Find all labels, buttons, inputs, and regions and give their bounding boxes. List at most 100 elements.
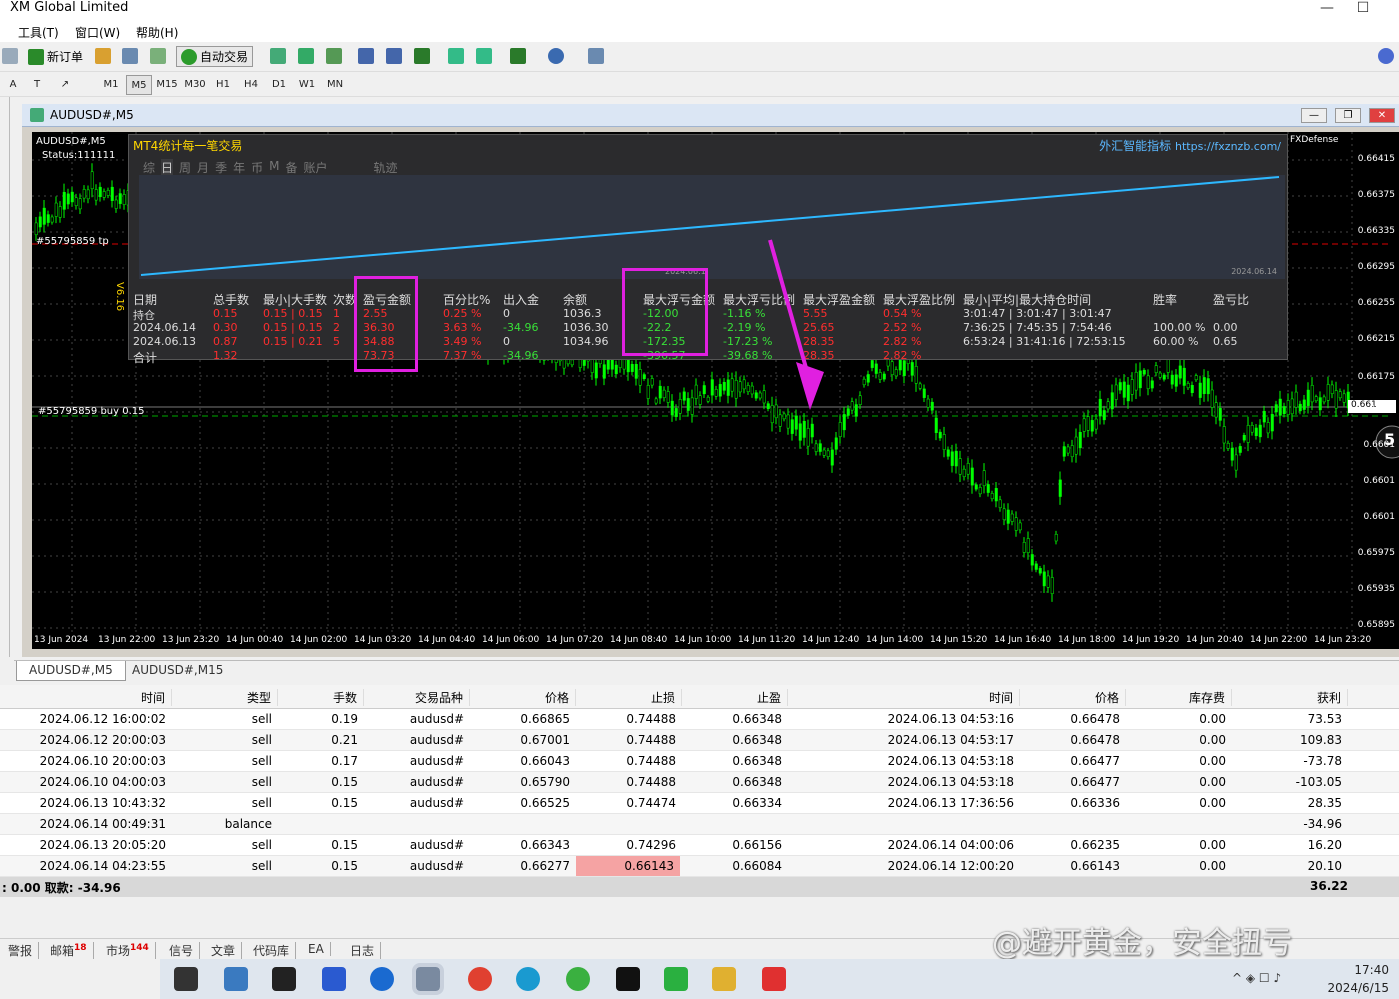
menu-window[interactable]: 窗口(W) bbox=[75, 24, 120, 41]
chart-shift-icon[interactable] bbox=[476, 48, 492, 64]
strategy-tester-icon[interactable] bbox=[150, 48, 166, 64]
otab-0[interactable]: 综 bbox=[143, 159, 155, 176]
tf-h4[interactable]: H4 bbox=[238, 75, 264, 95]
navigator-icon[interactable] bbox=[95, 48, 111, 64]
navigator-panel-edge[interactable] bbox=[0, 97, 10, 657]
line-chart-icon[interactable] bbox=[326, 48, 342, 64]
tf-h1[interactable]: H1 bbox=[210, 75, 236, 95]
mt4-app-icon[interactable] bbox=[412, 963, 444, 995]
col-price[interactable]: 价格 bbox=[470, 689, 576, 706]
otab-10[interactable]: 轨迹 bbox=[374, 159, 398, 176]
tf-m30[interactable]: M30 bbox=[182, 75, 208, 95]
text-tool-icon[interactable]: A bbox=[0, 75, 26, 95]
stats-overlay[interactable]: MT4统计每一笔交易 外汇智能指标 https://fxznzb.com/ 综 … bbox=[128, 134, 1288, 365]
tile-windows-icon[interactable] bbox=[414, 48, 430, 64]
bar-chart-icon[interactable] bbox=[270, 48, 286, 64]
new-order-button[interactable]: 新订单 bbox=[28, 48, 83, 65]
terminal-tab[interactable]: 日志 bbox=[350, 942, 382, 959]
menu-tools[interactable]: 工具(T) bbox=[18, 24, 59, 41]
stats-header: 余额 bbox=[563, 293, 588, 307]
auto-trade-button[interactable]: 自动交易 bbox=[176, 46, 254, 67]
folder-icon[interactable] bbox=[712, 967, 736, 991]
tf-m5[interactable]: M5 bbox=[126, 75, 152, 95]
terminal-icon[interactable] bbox=[122, 48, 138, 64]
indicators-icon[interactable] bbox=[510, 48, 526, 64]
terminal-tab[interactable]: 邮箱18 bbox=[50, 942, 94, 959]
zoom-in-icon[interactable] bbox=[358, 48, 374, 64]
terminal-tab[interactable]: EA bbox=[308, 942, 331, 956]
templates-icon[interactable] bbox=[588, 48, 604, 64]
terminal-tab[interactable]: 警报 bbox=[8, 942, 40, 959]
tf-w1[interactable]: W1 bbox=[294, 75, 320, 95]
col-sl[interactable]: 止损 bbox=[576, 689, 682, 706]
otab-7[interactable]: M bbox=[269, 159, 279, 176]
otab-2[interactable]: 周 bbox=[179, 159, 191, 176]
shield-app-icon[interactable] bbox=[322, 967, 346, 991]
tray-icons[interactable]: ^ ◈ ☐ ♪ bbox=[1232, 971, 1281, 985]
browser-icon[interactable] bbox=[566, 967, 590, 991]
terminal-tab[interactable]: 信号 bbox=[169, 942, 201, 959]
table-row[interactable]: 2024.06.10 04:00:03 sell 0.15 audusd# 0.6579… bbox=[0, 772, 1399, 793]
table-row[interactable]: 2024.06.10 20:00:03 sell 0.17 audusd# 0.6604… bbox=[0, 751, 1399, 772]
label-tool-icon[interactable]: T bbox=[24, 75, 50, 95]
col-close-price[interactable]: 价格 bbox=[1020, 689, 1126, 706]
col-type[interactable]: 类型 bbox=[172, 689, 278, 706]
candle-body bbox=[710, 379, 714, 396]
col-lots[interactable]: 手数 bbox=[278, 689, 364, 706]
chart-tab-m5[interactable]: AUDUSD#,M5 bbox=[16, 661, 126, 681]
col-profit[interactable]: 获利 bbox=[1232, 689, 1348, 706]
table-row[interactable]: 2024.06.13 10:43:32 sell 0.15 audusd# 0.6652… bbox=[0, 793, 1399, 814]
table-row[interactable]: 2024.06.12 20:00:03 sell 0.21 audusd# 0.6700… bbox=[0, 730, 1399, 751]
col-close-time[interactable]: 时间 bbox=[788, 689, 1020, 706]
otab-9[interactable]: 账户 bbox=[303, 159, 327, 176]
task-view-icon[interactable] bbox=[174, 967, 198, 991]
minimize-icon[interactable]: — bbox=[1312, 0, 1342, 16]
arrow-tool-icon[interactable]: ↗ bbox=[52, 75, 78, 95]
overlay-url[interactable]: https://fxznzb.com/ bbox=[1175, 140, 1281, 153]
tf-d1[interactable]: D1 bbox=[266, 75, 292, 95]
search-icon[interactable] bbox=[1378, 48, 1394, 64]
qq-icon[interactable] bbox=[616, 967, 640, 991]
wps-icon[interactable] bbox=[762, 967, 786, 991]
table-row[interactable]: 2024.06.13 20:05:20 sell 0.15 audusd# 0.6634… bbox=[0, 835, 1399, 856]
zoom-icon[interactable] bbox=[2, 48, 18, 64]
chrome-icon[interactable] bbox=[468, 967, 492, 991]
col-time[interactable]: 时间 bbox=[0, 689, 172, 706]
tf-mn[interactable]: MN bbox=[322, 75, 348, 95]
menu-help[interactable]: 帮助(H) bbox=[136, 24, 178, 41]
otab-1[interactable]: 日 bbox=[161, 159, 174, 176]
candle-body bbox=[738, 381, 742, 393]
chart-close-button[interactable]: ✕ bbox=[1369, 108, 1395, 123]
terminal-tab[interactable]: 市场144 bbox=[106, 942, 156, 959]
otab-8[interactable]: 备 bbox=[285, 159, 297, 176]
otab-4[interactable]: 季 bbox=[215, 159, 227, 176]
search-app-icon[interactable] bbox=[370, 967, 394, 991]
edge-icon[interactable] bbox=[516, 967, 540, 991]
autoscroll-icon[interactable] bbox=[448, 48, 464, 64]
terminal-tab[interactable]: 文章 bbox=[211, 942, 243, 959]
tf-m1[interactable]: M1 bbox=[98, 75, 124, 95]
col-symbol[interactable]: 交易品种 bbox=[364, 689, 470, 706]
wechat-icon[interactable] bbox=[664, 967, 688, 991]
table-row[interactable]: 2024.06.14 00:49:31 balance -34.96 bbox=[0, 814, 1399, 835]
otab-6[interactable]: 币 bbox=[251, 159, 263, 176]
col-tp[interactable]: 止盈 bbox=[682, 689, 788, 706]
table-row[interactable]: 2024.06.12 16:00:02 sell 0.19 audusd# 0.6686… bbox=[0, 709, 1399, 730]
zoom-out-icon[interactable] bbox=[386, 48, 402, 64]
periods-icon[interactable] bbox=[548, 48, 564, 64]
chart-tab-m15[interactable]: AUDUSD#,M15 bbox=[120, 661, 235, 681]
maximize-icon[interactable]: ☐ bbox=[1348, 0, 1378, 16]
otab-5[interactable]: 年 bbox=[233, 159, 245, 176]
otab-3[interactable]: 月 bbox=[197, 159, 209, 176]
terminal-app-icon[interactable] bbox=[272, 967, 296, 991]
table-row[interactable]: 2024.06.14 04:23:55 sell 0.15 audusd# 0.6627… bbox=[0, 856, 1399, 877]
chart-restore-button[interactable]: ❐ bbox=[1335, 108, 1361, 123]
chart-minimize-button[interactable]: — bbox=[1301, 108, 1327, 123]
app-icon-1[interactable] bbox=[224, 967, 248, 991]
col-swap[interactable]: 库存费 bbox=[1126, 689, 1232, 706]
candle-chart-icon[interactable] bbox=[298, 48, 314, 64]
price-chart[interactable]: AUDUSD#,M5 Status:111111 #55795859 tp #5… bbox=[32, 132, 1399, 649]
terminal-tab[interactable]: 代码库 bbox=[253, 942, 297, 959]
table-cell: 0.66525 bbox=[520, 796, 570, 810]
tf-m15[interactable]: M15 bbox=[154, 75, 180, 95]
